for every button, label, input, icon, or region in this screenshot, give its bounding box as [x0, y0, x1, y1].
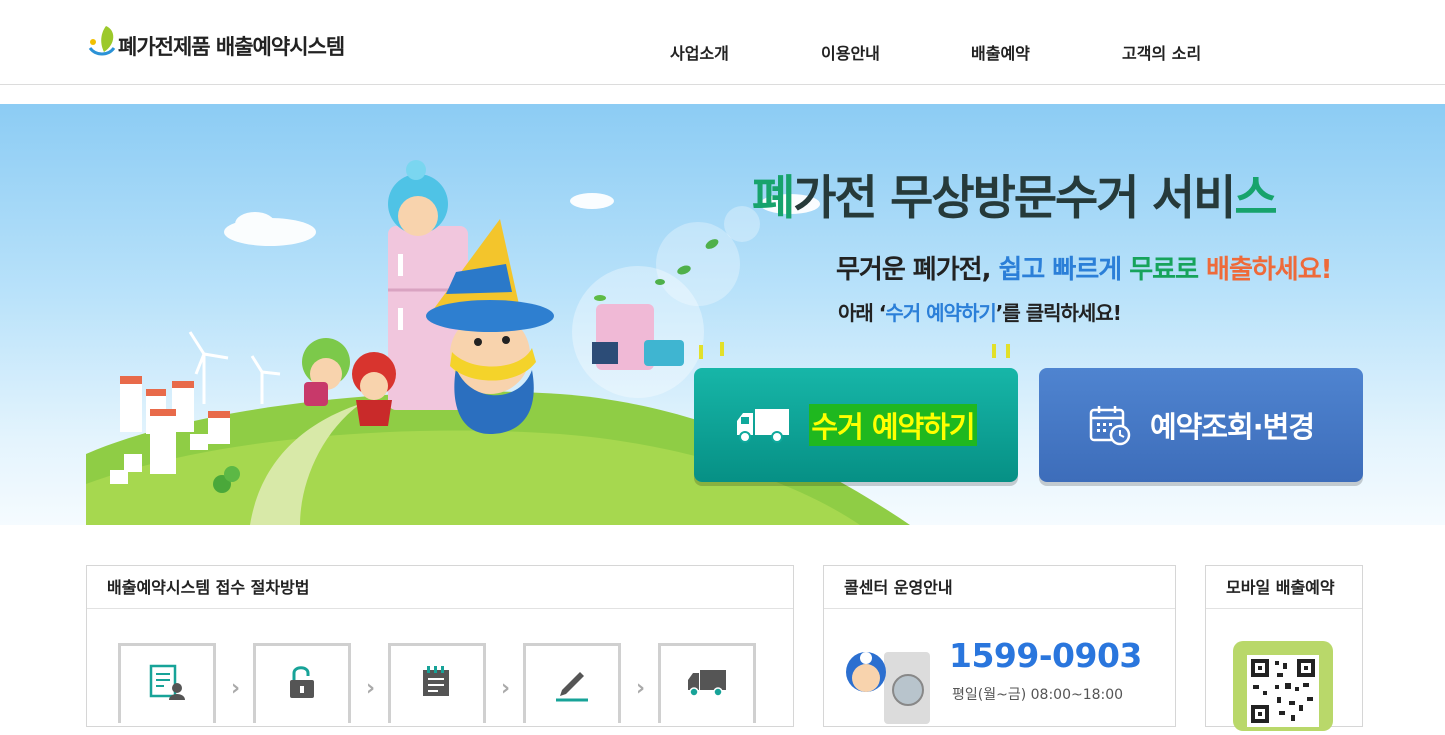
procedure-panel-title: 배출예약시스템 접수 절차방법	[87, 566, 793, 609]
nav-item-guide[interactable]: 이용안내	[821, 40, 880, 64]
notepad-icon	[423, 666, 449, 696]
step-arrow-icon: ›	[501, 676, 511, 701]
document-user-icon	[149, 664, 185, 700]
hero-subtitle-part3: 무료로	[1129, 255, 1207, 285]
mobile-panel: 모바일 배출예약	[1205, 565, 1363, 731]
collect-reservation-label: 수거 예약하기	[809, 404, 977, 446]
hero-subtitle-part2: 쉽고 빠르게	[998, 255, 1130, 285]
callcenter-panel-title: 콜센터 운영안내	[824, 566, 1175, 609]
collect-reservation-button[interactable]: 수거 예약하기	[694, 368, 1018, 482]
step-pickup	[658, 643, 756, 723]
step-register	[118, 643, 216, 723]
truck-icon	[688, 670, 726, 697]
nav-item-reservation[interactable]: 배출예약	[971, 40, 1030, 64]
hero-instruction-part2: 수거 예약하기	[885, 301, 996, 325]
inquiry-change-button[interactable]: 예약조회·변경	[1039, 368, 1363, 482]
mobile-panel-title: 모바일 배출예약	[1206, 566, 1362, 609]
qr-code-icon[interactable]	[1233, 641, 1333, 731]
callcenter-phone[interactable]: 1599-0903	[949, 636, 1142, 675]
hero-title: 폐가전 무상방문수거 서비스	[752, 159, 1278, 228]
nav-item-voice[interactable]: 고객의 소리	[1122, 40, 1201, 64]
hero-title-middle: 가전 무상방문수거 서비	[793, 171, 1236, 226]
lock-icon	[290, 666, 314, 698]
hero-subtitle: 무거운 폐가전, 쉽고 빠르게 무료로 배출하세요!	[836, 249, 1333, 286]
step-arrow-icon: ›	[366, 676, 376, 701]
step-login	[253, 643, 351, 723]
logo-text: 폐가전제품 배출예약시스템	[118, 35, 345, 59]
hero-instruction-part1: 아래 ‘	[838, 301, 886, 325]
step-arrow-icon: ›	[636, 676, 646, 701]
hero-banner: 폐가전 무상방문수거 서비스 무거운 폐가전, 쉽고 빠르게 무료로 배출하세요…	[0, 104, 1445, 525]
site-logo[interactable]: 폐가전제품 배출예약시스템	[86, 18, 345, 66]
inquiry-change-label: 예약조회·변경	[1149, 410, 1315, 444]
pencil-icon	[556, 672, 588, 702]
leaf-logo-icon	[88, 26, 116, 56]
nav-item-about[interactable]: 사업소개	[670, 40, 729, 64]
procedure-panel: 배출예약시스템 접수 절차방법 › › › ›	[86, 565, 794, 727]
hero-subtitle-part4: 배출하세요!	[1206, 255, 1332, 285]
callcenter-mascot-icon	[846, 652, 930, 724]
step-schedule	[388, 643, 486, 723]
site-header: 폐가전제품 배출예약시스템 사업소개 이용안내 배출예약 고객의 소리	[0, 0, 1445, 85]
hero-subtitle-part1: 무거운 폐가전,	[836, 255, 999, 285]
callcenter-panel: 콜센터 운영안내 1599-0903 평일(월~금) 08:00~18:00	[823, 565, 1176, 727]
truck-icon	[737, 409, 790, 443]
hero-instruction-part3: ’를 클릭하세요!	[995, 301, 1122, 325]
hero-title-last: 스	[1234, 171, 1277, 226]
calendar-clock-icon	[1089, 406, 1131, 446]
step-write	[523, 643, 621, 723]
step-arrow-icon: ›	[231, 676, 241, 701]
hero-instruction: 아래 ‘수거 예약하기’를 클릭하세요!	[838, 297, 1122, 326]
callcenter-hours: 평일(월~금) 08:00~18:00	[952, 687, 1124, 703]
hero-title-first: 폐	[752, 171, 795, 226]
